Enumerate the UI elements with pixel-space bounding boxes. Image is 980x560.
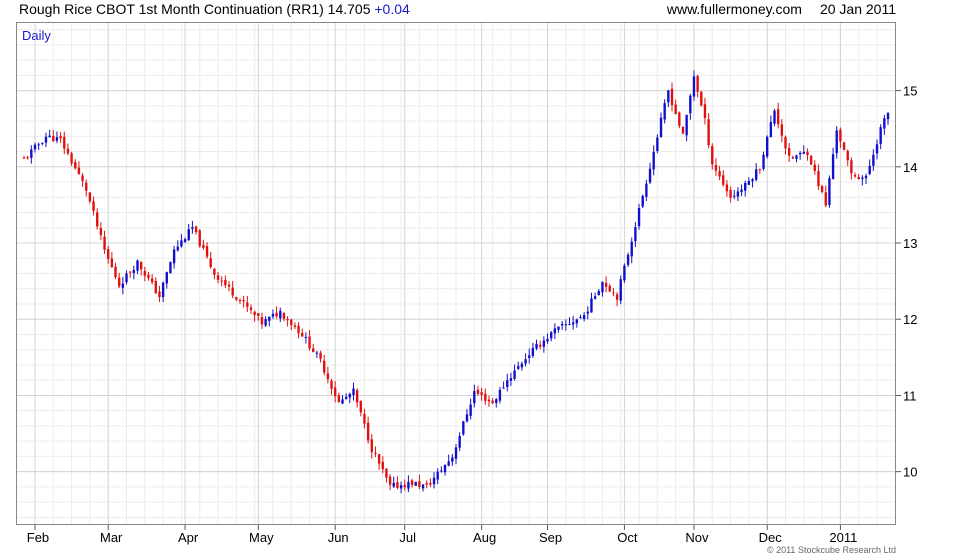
x-tick-label: Mar [100,530,123,545]
y-tick-label: 10 [903,465,917,480]
x-tick-label: Oct [617,530,638,545]
y-tick-label: 12 [903,312,917,327]
x-tick-label: Feb [27,530,49,545]
y-tick-label: 11 [903,388,917,403]
x-tick-label: May [249,530,274,545]
x-tick-label: Jul [399,530,416,545]
interval-label: Daily [22,28,51,43]
copyright-notice: © 2011 Stockcube Research Ltd [766,545,896,555]
y-tick-label: 14 [903,160,917,175]
x-tick-label: Jun [328,530,349,545]
x-tick-label: Dec [759,530,783,545]
x-tick-label: Nov [685,530,709,545]
x-tick-label: Apr [178,530,199,545]
x-tick-label: Aug [473,530,496,545]
x-tick-label: Sep [539,530,562,545]
plot-frame [16,22,896,525]
y-tick-label: 15 [903,84,917,99]
x-tick-label: 2011 [829,530,857,545]
y-tick-label: 13 [903,236,917,251]
